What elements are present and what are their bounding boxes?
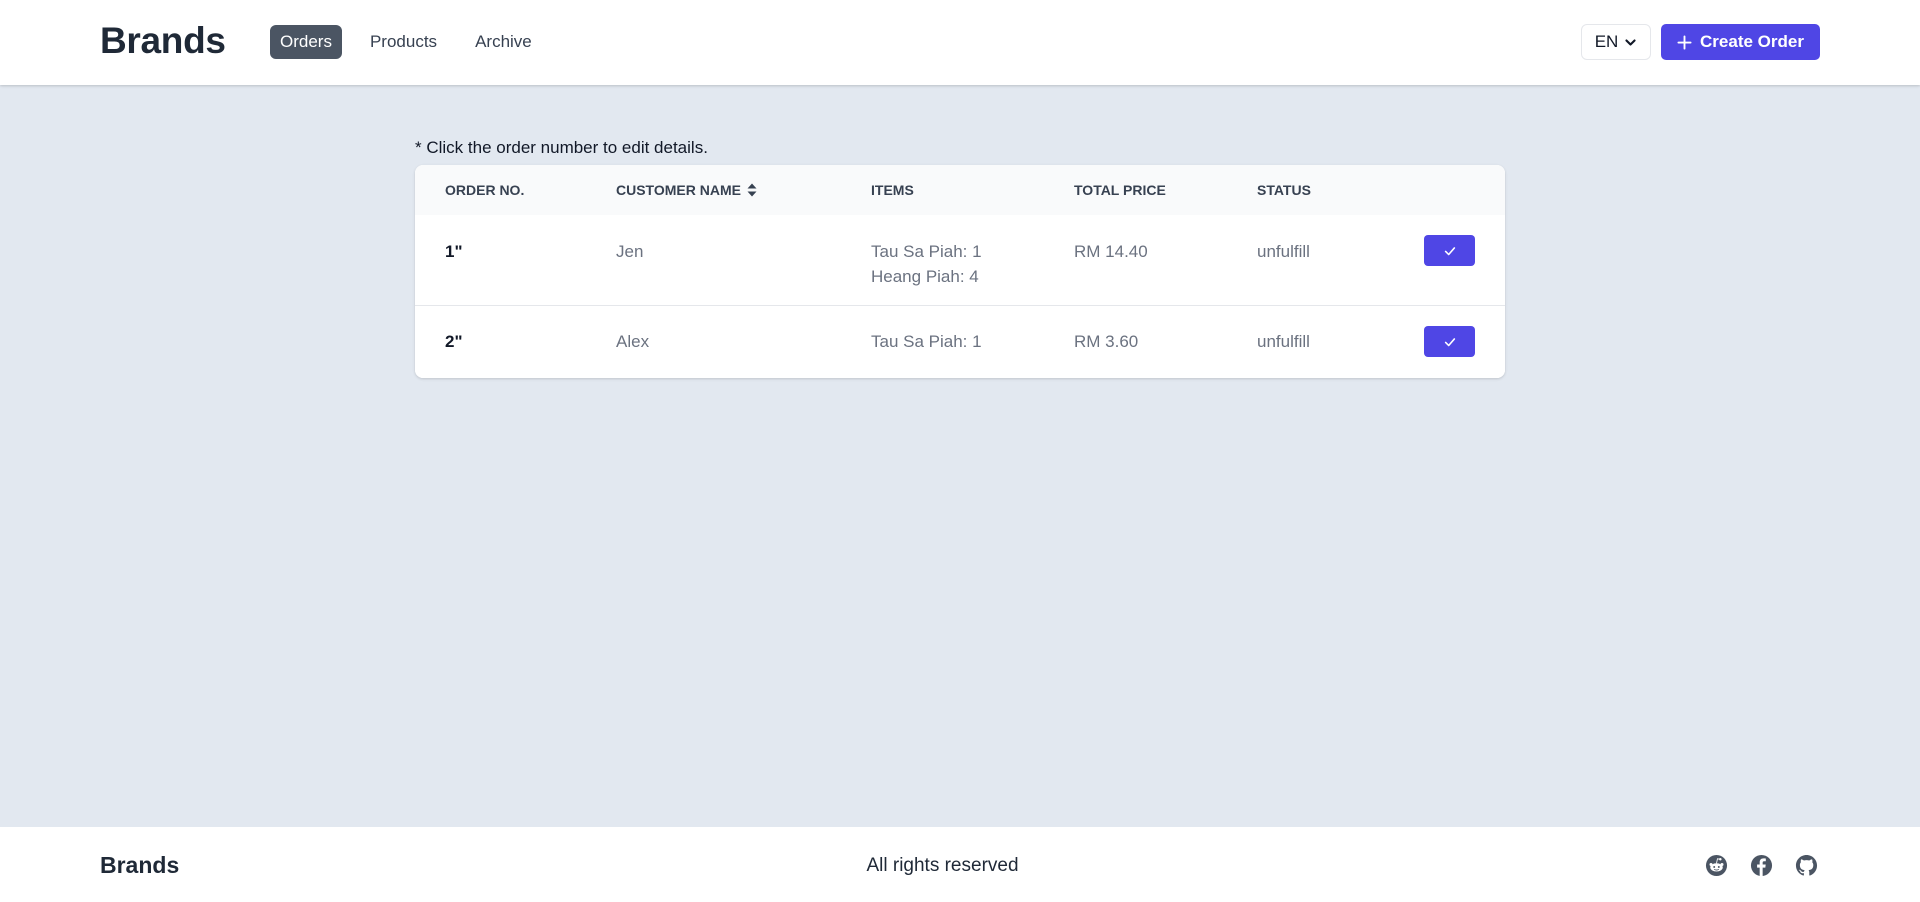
order-item: Tau Sa Piah: 1 xyxy=(871,242,982,261)
check-icon xyxy=(1444,337,1455,346)
customer-name: Alex xyxy=(616,332,650,351)
main-nav: Orders Products Archive xyxy=(270,25,542,59)
total-price: RM 3.60 xyxy=(1074,332,1139,351)
column-order-no: ORDER NO. xyxy=(445,182,525,198)
table-row: 1" Jen Tau Sa Piah: 1 Heang Piah: 4 RM 1… xyxy=(415,215,1505,306)
create-order-button[interactable]: Create Order xyxy=(1661,24,1820,60)
customer-name: Jen xyxy=(616,242,644,261)
table-row: 2" Alex Tau Sa Piah: 1 RM 3.60 unfulfill xyxy=(415,306,1505,378)
order-status: unfulfill xyxy=(1257,332,1310,351)
order-items: Tau Sa Piah: 1 xyxy=(871,329,982,354)
social-links xyxy=(1705,854,1818,877)
nav-archive[interactable]: Archive xyxy=(465,25,542,59)
chevron-down-icon xyxy=(1625,38,1636,46)
edit-hint: * Click the order number to edit details… xyxy=(415,138,708,157)
reddit-icon xyxy=(1705,854,1728,877)
column-status: STATUS xyxy=(1257,182,1311,198)
column-total-price: TOTAL PRICE xyxy=(1074,182,1166,198)
footer: Brands All rights reserved xyxy=(0,827,1920,902)
column-customer-name[interactable]: CUSTOMER NAME xyxy=(616,182,757,198)
total-price: RM 14.40 xyxy=(1074,242,1148,261)
plus-icon xyxy=(1677,34,1692,50)
sort-icon[interactable] xyxy=(747,183,757,197)
brand-logo[interactable]: Brands xyxy=(100,20,226,62)
column-items: ITEMS xyxy=(871,182,914,198)
orders-table: ORDER NO. CUSTOMER NAME ITEMS TOTAL PRIC… xyxy=(415,165,1505,378)
order-status: unfulfill xyxy=(1257,242,1310,261)
nav-products[interactable]: Products xyxy=(360,25,447,59)
github-icon xyxy=(1795,854,1818,876)
order-item: Heang Piah: 4 xyxy=(871,267,979,286)
fulfill-button[interactable] xyxy=(1424,235,1475,266)
check-icon xyxy=(1444,246,1455,255)
facebook-icon xyxy=(1750,854,1773,877)
language-value: EN xyxy=(1594,32,1619,51)
language-select[interactable]: EN xyxy=(1581,24,1651,60)
top-navbar: Brands Orders Products Archive EN Create… xyxy=(0,0,1920,85)
order-number-link[interactable]: 2" xyxy=(445,329,463,354)
create-order-label: Create Order xyxy=(1700,32,1804,51)
order-number-link[interactable]: 1" xyxy=(445,239,463,264)
copyright-text: All rights reserved xyxy=(866,855,1019,876)
order-item: Tau Sa Piah: 1 xyxy=(871,332,982,351)
order-items: Tau Sa Piah: 1 Heang Piah: 4 xyxy=(871,239,982,289)
table-header: ORDER NO. CUSTOMER NAME ITEMS TOTAL PRIC… xyxy=(415,165,1505,215)
fulfill-button[interactable] xyxy=(1424,326,1475,357)
facebook-link[interactable] xyxy=(1750,854,1773,877)
reddit-link[interactable] xyxy=(1705,854,1728,877)
github-link[interactable] xyxy=(1795,854,1818,877)
nav-orders[interactable]: Orders xyxy=(270,25,342,59)
